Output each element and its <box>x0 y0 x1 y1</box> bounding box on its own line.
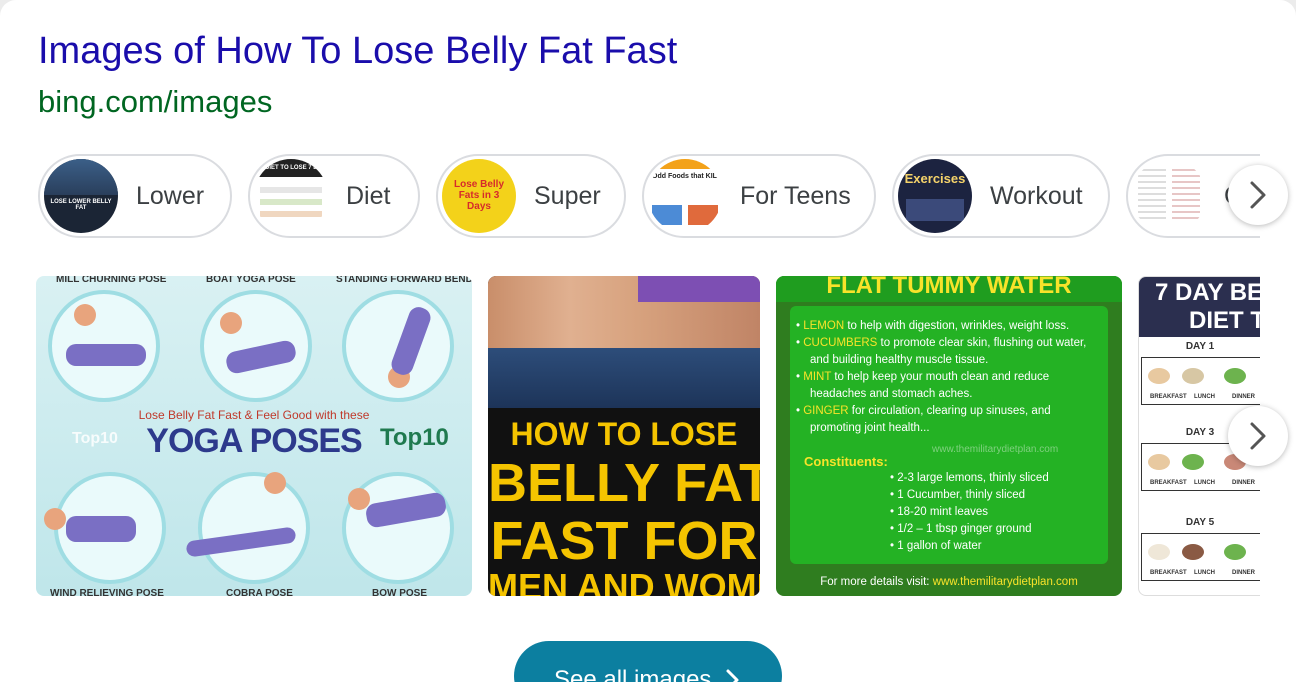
top10-logo: Top10 <box>380 424 449 451</box>
images-next-button[interactable] <box>1228 406 1288 466</box>
chip-label: Diet <box>346 181 391 210</box>
chevron-right-icon <box>1250 422 1266 450</box>
chip-for-teens[interactable]: Odd Foods that KILL For Teens <box>642 154 876 238</box>
result-url: bing.com/images <box>38 84 273 119</box>
meal-row: BREAKFAST LUNCH DINNER <box>1141 533 1260 581</box>
chevron-right-icon <box>726 669 739 682</box>
pose-circle <box>198 472 310 584</box>
meal-row: BREAKFAST LUNCH DINNER <box>1141 357 1260 405</box>
chip-label: Super <box>534 181 601 210</box>
chips-next-button[interactable] <box>1228 165 1288 225</box>
chevron-right-icon <box>1250 181 1266 209</box>
chip-thumbnail: DIET TO LOSE 7 L <box>254 159 328 233</box>
image-answer-card: Images of How To Lose Belly Fat Fast bin… <box>0 0 1296 682</box>
image-carousel: MILL CHURNING POSE BOAT YOGA POSE STANDI… <box>36 276 1260 596</box>
chip-thumbnail: Odd Foods that KILL <box>648 159 722 233</box>
image-how-to-lose-belly-fat[interactable]: HOW TO LOSE BELLY FAT FAST FOR MEN AND W… <box>488 276 760 596</box>
related-chips-row: LOSE LOWER BELLY FAT Lower DIET TO LOSE … <box>38 154 1260 238</box>
chip-diet[interactable]: DIET TO LOSE 7 L Diet <box>248 154 420 238</box>
chip-super[interactable]: Lose Belly Fats in 3 Days Super <box>436 154 626 238</box>
result-title-link[interactable]: Images of How To Lose Belly Fat Fast <box>38 30 677 73</box>
chip-lower[interactable]: LOSE LOWER BELLY FAT Lower <box>38 154 232 238</box>
chip-label: Lower <box>136 181 205 210</box>
chip-thumbnail: Exercises <box>898 159 972 233</box>
see-all-images-button[interactable]: See all images <box>514 641 782 682</box>
image-yoga-poses[interactable]: MILL CHURNING POSE BOAT YOGA POSE STANDI… <box>36 276 472 596</box>
chip-thumbnail: LOSE LOWER BELLY FAT <box>44 159 118 233</box>
chip-thumbnail: Lose Belly Fats in 3 Days <box>442 159 516 233</box>
image-flat-tummy-water[interactable]: FLAT TUMMY WATER • LEMON to help with di… <box>776 276 1122 596</box>
chip-workout[interactable]: Exercises Workout <box>892 154 1110 238</box>
chip-label: For Teens <box>740 181 851 210</box>
chip-thumbnail <box>1132 159 1206 233</box>
chip-label: Workout <box>990 181 1083 210</box>
